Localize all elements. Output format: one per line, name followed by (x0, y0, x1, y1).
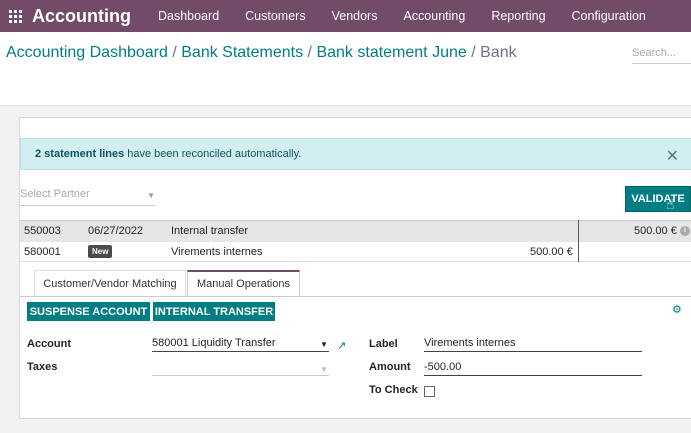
gear-icon[interactable]: ⚙ (672, 303, 682, 316)
nav-vendors[interactable]: Vendors (319, 0, 391, 32)
nav-accounting[interactable]: Accounting (390, 0, 478, 32)
close-icon[interactable]: ✕ (666, 146, 679, 166)
line-label: Internal transfer (171, 225, 249, 237)
tab-manual-operations[interactable]: Manual Operations (187, 270, 300, 297)
tab-customer-vendor-matching[interactable]: Customer/Vendor Matching (34, 270, 186, 297)
top-navbar: Accounting Dashboard Customers Vendors A… (0, 0, 691, 32)
reconcile-alert: 2 statement lines have been reconciled a… (20, 138, 691, 170)
line-amount: 500.00 € (530, 246, 573, 258)
partner-placeholder: Select Partner (20, 188, 90, 200)
taxes-label: Taxes (27, 361, 58, 373)
alert-count: 2 statement lines (35, 148, 125, 160)
breadcrumb-separator: / (172, 44, 177, 61)
amount-field[interactable]: -500.00 (424, 359, 642, 376)
nav-dashboard[interactable]: Dashboard (145, 0, 232, 32)
chevron-down-icon: ▼ (147, 191, 155, 200)
breadcrumb: Accounting Dashboard / Bank Statements /… (6, 44, 517, 62)
reconciliation-sheet: 2 statement lines have been reconciled a… (19, 117, 691, 419)
nav-customers[interactable]: Customers (232, 0, 318, 32)
chevron-down-icon[interactable]: ▼ (320, 365, 328, 374)
alert-message: have been reconciled automatically. (127, 148, 302, 160)
line-account: 580001 (24, 246, 61, 258)
statement-line[interactable]: 550003 06/27/2022 Internal transfer 500.… (20, 220, 691, 242)
hand-cursor-icon: ☝ (666, 196, 675, 212)
app-brand[interactable]: Accounting (32, 6, 131, 27)
breadcrumb-separator: / (471, 44, 476, 61)
breadcrumb-current: Bank (480, 44, 517, 61)
to-check-checkbox[interactable] (424, 386, 435, 397)
account-label: Account (27, 338, 71, 350)
line-date: 06/27/2022 (88, 225, 144, 237)
to-check-label: To Check (369, 384, 418, 396)
breadcrumb-bank-statement-june[interactable]: Bank statement June (316, 44, 466, 61)
amount-label: Amount (369, 361, 411, 373)
partner-select[interactable]: Select Partner ▼ (20, 188, 155, 206)
taxes-field[interactable] (152, 359, 329, 376)
account-field[interactable]: 580001 Liquidity Transfer (152, 335, 329, 352)
nav-configuration[interactable]: Configuration (559, 0, 659, 32)
breadcrumb-accounting-dashboard[interactable]: Accounting Dashboard (6, 44, 168, 61)
search-input[interactable] (632, 42, 691, 64)
line-account: 550003 (24, 225, 61, 237)
internal-transfer-button[interactable]: INTERNAL TRANSFER (153, 302, 275, 321)
chevron-down-icon[interactable]: ▼ (320, 340, 328, 349)
label-label: Label (369, 338, 398, 350)
nav-reporting[interactable]: Reporting (478, 0, 558, 32)
control-panel: Accounting Dashboard / Bank Statements /… (0, 32, 691, 106)
info-icon[interactable]: i (680, 226, 690, 236)
breadcrumb-separator: / (307, 44, 312, 61)
external-link-icon[interactable]: ↗ (337, 339, 346, 352)
line-label: Virements internes (171, 246, 263, 258)
breadcrumb-bank-statements[interactable]: Bank Statements (181, 44, 303, 61)
apps-menu-icon[interactable] (0, 0, 30, 32)
label-field[interactable]: Virements internes (424, 335, 642, 352)
line-amount: 500.00 € (634, 225, 677, 237)
validate-button[interactable]: VALIDATE (625, 186, 691, 212)
new-line[interactable]: 580001 New Virements internes 500.00 € (20, 242, 691, 262)
column-divider (578, 220, 579, 262)
new-badge: New (88, 245, 113, 258)
suspense-account-button[interactable]: SUSPENSE ACCOUNT (27, 302, 150, 321)
